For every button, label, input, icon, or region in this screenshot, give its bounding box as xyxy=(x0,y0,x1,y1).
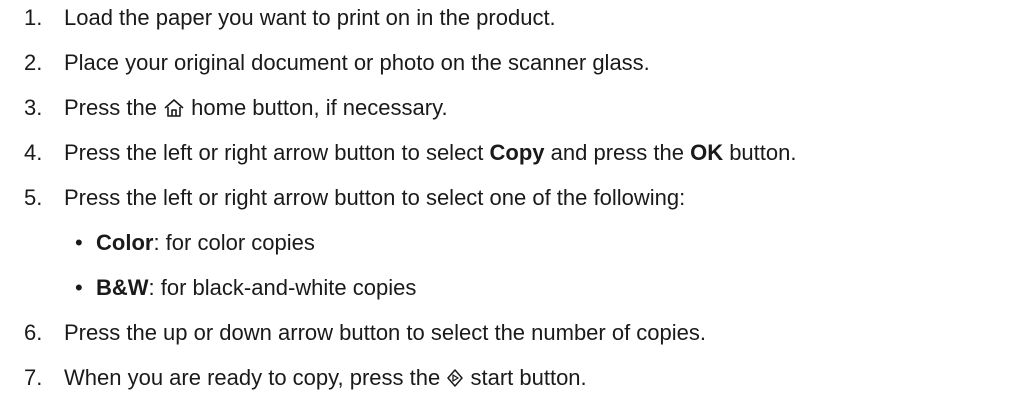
step-number: 5. xyxy=(24,185,43,210)
step-text-post: start button. xyxy=(464,365,587,390)
step-text: Press the left or right arrow button to … xyxy=(64,185,686,210)
step-text-pre: When you are ready to copy, press the xyxy=(64,365,447,390)
step-text: Press the left or right arrow button to … xyxy=(64,139,796,167)
start-icon xyxy=(446,368,464,388)
step-text: Place your original document or photo on… xyxy=(64,50,650,75)
bullet: • xyxy=(75,230,83,255)
step-text: Press the home button, if necessary. xyxy=(64,94,448,122)
option-label: Color xyxy=(96,230,154,255)
option-desc: : for black-and-white copies xyxy=(148,275,417,300)
option-label: B&W xyxy=(96,275,149,300)
home-icon xyxy=(163,98,185,118)
step-number: 2. xyxy=(24,50,43,75)
step-number: 1. xyxy=(24,5,43,30)
step-text: Load the paper you want to print on in t… xyxy=(64,5,556,30)
copy-label: Copy xyxy=(489,140,545,165)
step-text-post: button. xyxy=(723,140,797,165)
step-text-pre: Press the xyxy=(64,95,164,120)
step-number: 6. xyxy=(24,320,43,345)
bullet: • xyxy=(75,275,83,300)
option-text: B&W: for black-and-white copies xyxy=(96,274,416,302)
option-text: Color: for color copies xyxy=(96,229,315,257)
option-desc: : for color copies xyxy=(153,230,315,255)
step-text: Press the up or down arrow button to sel… xyxy=(64,320,707,345)
step-number: 7. xyxy=(24,365,43,390)
step-number: 3. xyxy=(24,95,43,120)
step-text-mid: and press the xyxy=(544,140,691,165)
step-text: When you are ready to copy, press the st… xyxy=(64,364,587,392)
ok-label: OK xyxy=(690,140,724,165)
step-number: 4. xyxy=(24,140,43,165)
step-text-pre: Press the left or right arrow button to … xyxy=(64,140,490,165)
step-text-post: home button, if necessary. xyxy=(185,95,448,120)
